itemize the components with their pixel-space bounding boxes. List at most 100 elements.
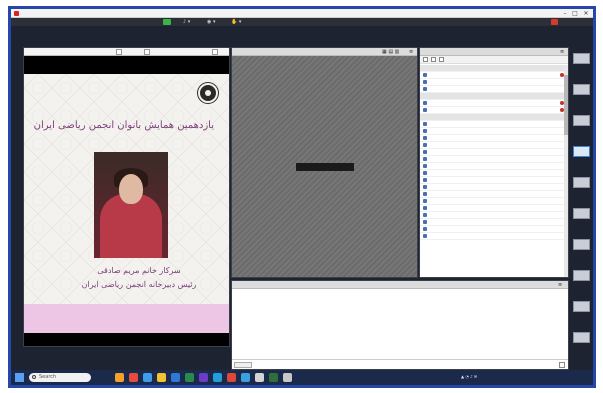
attendee-row[interactable] — [420, 163, 568, 170]
attendee-row[interactable] — [420, 177, 568, 184]
speaker-photo — [94, 152, 168, 258]
attendee-row[interactable] — [420, 149, 568, 156]
sort-icon[interactable] — [439, 57, 444, 62]
attendee-row[interactable] — [420, 107, 568, 114]
user-icon — [423, 227, 427, 231]
system-tray-icons[interactable]: ▲ ◔ ♪ ✉ — [461, 374, 477, 379]
chat-recipient-button[interactable] — [234, 362, 252, 368]
recording-indicator-icon[interactable] — [551, 19, 558, 25]
app-icon-11[interactable] — [255, 373, 264, 382]
chrome-icon[interactable] — [227, 373, 236, 382]
attendee-row[interactable] — [420, 233, 568, 240]
app-icon-3[interactable] — [143, 373, 152, 382]
attendees-pod-menu-icon[interactable]: ≡ — [560, 49, 564, 55]
layout-thumbnail[interactable] — [573, 84, 590, 95]
attendee-row[interactable] — [420, 191, 568, 198]
app-icon-1[interactable] — [115, 373, 124, 382]
minimize-button[interactable]: – — [560, 9, 570, 18]
poster-headline: یازدهمین همایش بانوان انجمن ریاضی ایران — [33, 120, 214, 131]
app-icon-7[interactable] — [199, 373, 208, 382]
user-icon — [423, 73, 427, 77]
taskbar-search[interactable]: Search — [29, 373, 91, 382]
video-area — [232, 56, 417, 277]
video-view-icons[interactable]: ▦ ▤ ▥ — [382, 49, 399, 55]
attendee-row[interactable] — [420, 100, 568, 107]
chat-input[interactable] — [232, 359, 568, 369]
share-options-button[interactable] — [144, 49, 150, 55]
attendee-scrollbar[interactable] — [564, 65, 568, 277]
share-fullscreen-button[interactable] — [212, 49, 218, 55]
user-icon — [423, 80, 427, 84]
attendee-row[interactable] — [420, 121, 568, 128]
share-stop-button[interactable] — [116, 49, 122, 55]
user-icon — [423, 157, 427, 161]
video-pod: ▦ ▤ ▥ ≡ — [231, 47, 418, 278]
layout-thumbnail[interactable] — [573, 177, 590, 188]
mail-icon[interactable] — [171, 373, 180, 382]
poster-footer-band — [24, 304, 229, 333]
attendee-row[interactable] — [420, 184, 568, 191]
layout-thumbnail[interactable] — [573, 332, 590, 343]
list-view-icon[interactable] — [431, 57, 436, 62]
windows-start-icon[interactable] — [15, 373, 24, 382]
edge-icon[interactable] — [213, 373, 222, 382]
layout-thumbnail[interactable] — [573, 239, 590, 250]
app-icon-10[interactable] — [241, 373, 250, 382]
layouts-rail — [570, 47, 593, 367]
app-icon-2[interactable] — [129, 373, 138, 382]
camera-icon[interactable]: ◉ ▾ — [207, 19, 215, 25]
status-view-icon[interactable] — [423, 57, 428, 62]
layout-thumbnail[interactable] — [573, 208, 590, 219]
attendee-row[interactable] — [420, 72, 568, 79]
user-icon — [423, 185, 427, 189]
attendee-group-header[interactable] — [420, 93, 568, 100]
layout-thumbnail[interactable] — [573, 115, 590, 126]
maximize-button[interactable]: □ — [570, 9, 580, 18]
user-icon — [423, 129, 427, 133]
speaker-icon[interactable]: ♪ ▾ — [183, 19, 190, 25]
share-pod-header — [24, 48, 229, 56]
user-icon — [423, 192, 427, 196]
user-icon — [423, 178, 427, 182]
app-toolbar: ♪ ▾ ◉ ▾ ✋ ▾ — [11, 18, 593, 26]
attendee-group-header[interactable] — [420, 65, 568, 72]
chat-pod-menu-icon[interactable]: ≡ — [558, 282, 562, 288]
layout-thumbnail[interactable] — [573, 146, 590, 157]
shared-poster: یازدهمین همایش بانوان انجمن ریاضی ایران … — [24, 74, 229, 333]
attendee-row[interactable] — [420, 79, 568, 86]
attendee-row[interactable] — [420, 142, 568, 149]
app-icon-6[interactable] — [185, 373, 194, 382]
app-icon — [14, 11, 19, 16]
layout-thumbnail[interactable] — [573, 53, 590, 64]
app-icon-13[interactable] — [283, 373, 292, 382]
raise-hand-icon[interactable]: ✋ ▾ — [231, 19, 241, 25]
video-status-message — [296, 163, 354, 171]
user-icon — [423, 234, 427, 238]
layout-thumbnail[interactable] — [573, 301, 590, 312]
user-icon — [423, 206, 427, 210]
attendee-row[interactable] — [420, 156, 568, 163]
user-icon — [423, 213, 427, 217]
send-icon[interactable] — [559, 362, 565, 368]
layout-thumbnail[interactable] — [573, 270, 590, 281]
video-pod-menu-icon[interactable]: ≡ — [409, 49, 413, 55]
attendee-row[interactable] — [420, 212, 568, 219]
chat-pod-header: ≡ — [232, 281, 568, 289]
attendee-row[interactable] — [420, 135, 568, 142]
folder-icon[interactable] — [157, 373, 166, 382]
windows-taskbar: Search ▲ ◔ ♪ ✉ — [11, 370, 593, 385]
user-icon — [423, 143, 427, 147]
attendee-row[interactable] — [420, 198, 568, 205]
attendee-row[interactable] — [420, 86, 568, 93]
mic-status-icon[interactable] — [163, 19, 171, 25]
attendee-group-header[interactable] — [420, 114, 568, 121]
attendee-row[interactable] — [420, 128, 568, 135]
attendee-row[interactable] — [420, 170, 568, 177]
attendee-row[interactable] — [420, 226, 568, 233]
chat-pod: ≡ — [231, 280, 569, 370]
app-icon-12[interactable] — [269, 373, 278, 382]
attendee-row[interactable] — [420, 205, 568, 212]
attendee-row[interactable] — [420, 219, 568, 226]
user-icon — [423, 101, 427, 105]
close-button[interactable]: ✕ — [581, 9, 591, 18]
